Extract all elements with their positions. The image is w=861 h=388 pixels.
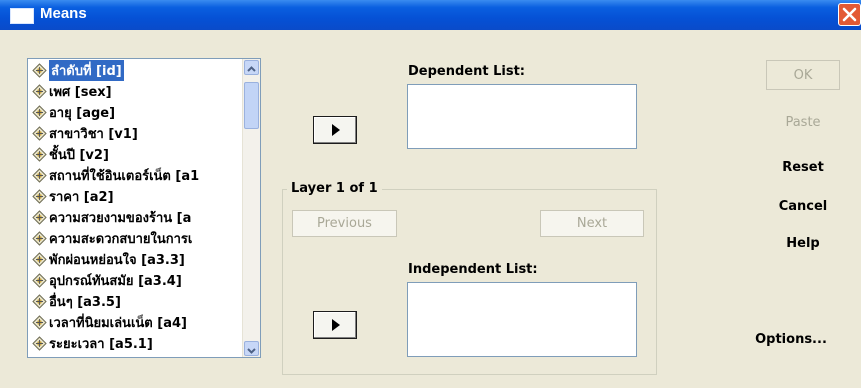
- variable-name: ความสะดวกสบายในการเ: [49, 232, 193, 247]
- variable-list-item[interactable]: พักผ่อนหย่อนใจ [a3.3]: [32, 249, 237, 270]
- independent-list[interactable]: [407, 282, 637, 357]
- move-to-independent-button[interactable]: [313, 311, 357, 339]
- title-bar: Means: [0, 0, 861, 30]
- help-button[interactable]: Help: [766, 230, 840, 256]
- reset-button[interactable]: Reset: [766, 154, 840, 180]
- ok-button[interactable]: OK: [766, 60, 840, 90]
- variable-name: ระยะเวลา [a5.1]: [49, 337, 153, 352]
- scale-variable-icon: [32, 126, 47, 141]
- scale-variable-icon: [32, 231, 47, 246]
- variable-list-item[interactable]: ความสวยงามของร้าน [a: [32, 207, 237, 228]
- variable-name: ราคา [a2]: [49, 190, 114, 205]
- variable-list-item[interactable]: ชั้นปี [v2]: [32, 144, 237, 165]
- options-button[interactable]: Options...: [741, 326, 841, 352]
- move-to-dependent-button[interactable]: [313, 116, 357, 144]
- variable-list-item[interactable]: ลำดับที่ [id]: [32, 60, 237, 81]
- variable-list[interactable]: ลำดับที่ [id] เพศ [sex] อายุ [age] สาขาวิชา…: [27, 58, 261, 358]
- variable-list-item[interactable]: อายุ [age]: [32, 102, 237, 123]
- variable-list-item[interactable]: เวลาที่นิยมเล่นเน็ต [a4]: [32, 312, 237, 333]
- close-icon: [842, 7, 857, 22]
- variable-list-item[interactable]: เพศ [sex]: [32, 81, 237, 102]
- dependent-list-label: Dependent List:: [408, 64, 525, 79]
- scale-variable-icon: [32, 105, 47, 120]
- scale-variable-icon: [32, 315, 47, 330]
- close-button[interactable]: [838, 3, 861, 26]
- next-button[interactable]: Next: [540, 210, 644, 237]
- layer-label: Layer 1 of 1: [287, 181, 382, 196]
- variable-name: เวลาที่นิยมเล่นเน็ต [a4]: [49, 316, 187, 331]
- arrow-right-icon: [332, 124, 340, 136]
- variable-name: เพศ [sex]: [49, 85, 112, 100]
- scale-variable-icon: [32, 63, 47, 78]
- variable-name: อายุ [age]: [49, 106, 116, 121]
- scale-variable-icon: [32, 189, 47, 204]
- scale-variable-icon: [32, 273, 47, 288]
- scale-variable-icon: [32, 147, 47, 162]
- variable-name: พักผ่อนหย่อนใจ [a3.3]: [49, 253, 185, 268]
- variable-list-item[interactable]: สถานที่ใช้อินเตอร์เน็ต [a1: [32, 165, 237, 186]
- paste-button[interactable]: Paste: [766, 106, 840, 138]
- arrow-right-icon: [332, 319, 340, 331]
- dependent-list[interactable]: [407, 84, 637, 149]
- scroll-down-button[interactable]: [244, 341, 259, 356]
- variable-list-item[interactable]: ราคา [a2]: [32, 186, 237, 207]
- variable-list-item[interactable]: ความสะดวกสบายในการเ: [32, 228, 237, 249]
- variable-name: ความสวยงามของร้าน [a: [49, 211, 192, 226]
- scale-variable-icon: [32, 336, 47, 351]
- chevron-up-icon: [247, 66, 256, 72]
- variable-name: ลำดับที่ [id]: [49, 60, 124, 81]
- variable-list-item[interactable]: สาขาวิชา [v1]: [32, 123, 237, 144]
- window-icon: [10, 8, 34, 24]
- window-title: Means: [40, 5, 87, 22]
- scale-variable-icon: [32, 84, 47, 99]
- variable-list-scrollbar[interactable]: [242, 59, 260, 357]
- scale-variable-icon: [32, 168, 47, 183]
- chevron-down-icon: [247, 348, 256, 354]
- variable-name: อุปกรณ์ทันสมัย [a3.4]: [49, 274, 182, 289]
- scroll-up-button[interactable]: [244, 60, 259, 75]
- scale-variable-icon: [32, 252, 47, 267]
- variable-name: ชั้นปี [v2]: [49, 148, 109, 163]
- scroll-thumb[interactable]: [244, 82, 259, 129]
- independent-list-label: Independent List:: [408, 262, 538, 277]
- variable-list-item[interactable]: ระยะเวลา [a5.1]: [32, 333, 237, 354]
- variable-name: อื่นๆ [a3.5]: [49, 295, 121, 310]
- variable-name: สถานที่ใช้อินเตอร์เน็ต [a1: [49, 169, 200, 184]
- variable-list-item[interactable]: อุปกรณ์ทันสมัย [a3.4]: [32, 270, 237, 291]
- scale-variable-icon: [32, 210, 47, 225]
- cancel-button[interactable]: Cancel: [766, 193, 840, 219]
- variable-list-item[interactable]: อื่นๆ [a3.5]: [32, 291, 237, 312]
- previous-button[interactable]: Previous: [292, 210, 397, 237]
- scale-variable-icon: [32, 294, 47, 309]
- variable-name: สาขาวิชา [v1]: [49, 127, 138, 142]
